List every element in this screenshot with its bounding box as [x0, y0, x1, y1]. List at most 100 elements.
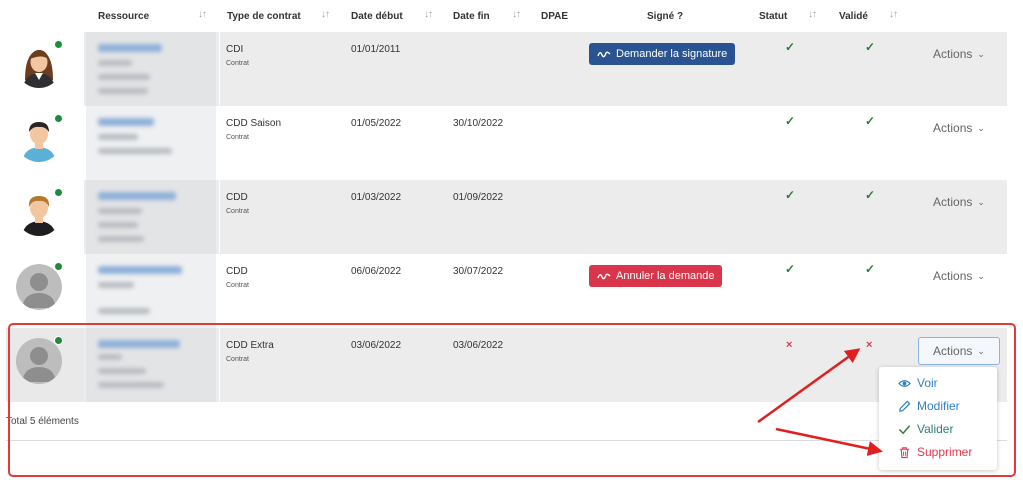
- sort-icon[interactable]: ↓↑: [512, 9, 521, 20]
- cancel-request-label: Annuler la demande: [616, 270, 715, 282]
- sort-icon[interactable]: ↓↑: [321, 9, 330, 20]
- resource-info-blurred: [98, 222, 138, 228]
- pencil-icon: [899, 400, 911, 412]
- status-check-icon: ✓: [785, 40, 796, 54]
- actions-dropdown-menu: Voir Modifier Valider Supprimer: [879, 367, 997, 470]
- contract-subtitle: Contrat: [226, 60, 249, 67]
- column-header-dpae: DPAE: [541, 11, 569, 22]
- chevron-down-icon: ⌄: [977, 270, 985, 281]
- resource-info-blurred: [98, 74, 150, 80]
- cancel-request-button[interactable]: Annuler la demande: [589, 265, 723, 287]
- status-check-icon: ✓: [785, 188, 796, 202]
- contract-subtitle: Contrat: [226, 134, 249, 141]
- actions-button[interactable]: Actions ⌄: [920, 266, 998, 286]
- avatar: [16, 264, 62, 310]
- start-date: 01/01/2011: [351, 44, 401, 55]
- table-row[interactable]: CDI Contrat 01/01/2011 Demander la signa…: [6, 32, 1007, 106]
- table-row[interactable]: CDD Saison Contrat 01/05/2022 30/10/2022…: [6, 106, 1007, 180]
- column-header-valide[interactable]: Validé: [839, 11, 868, 22]
- sort-icon[interactable]: ↓↑: [198, 9, 207, 20]
- table-header: Ressource ↓↑ Type de contrat ↓↑ Date déb…: [0, 0, 1023, 32]
- request-signature-button[interactable]: Demander la signature: [589, 43, 736, 65]
- end-date: 30/07/2022: [453, 266, 504, 277]
- contract-type: CDD: [226, 266, 248, 277]
- chevron-down-icon: ⌄: [977, 196, 985, 207]
- check-icon: [898, 424, 911, 434]
- actions-button[interactable]: Actions ⌄: [920, 44, 998, 64]
- table-row[interactable]: CDD Contrat 01/03/2022 01/09/2022 ✓ ✓ Ac…: [6, 180, 1007, 254]
- menu-item-label: Voir: [917, 376, 938, 390]
- online-status-dot: [54, 40, 63, 49]
- resource-name-blurred: [98, 118, 154, 126]
- chevron-down-icon: ⌄: [977, 122, 985, 133]
- resource-info-blurred: [98, 308, 150, 314]
- contract-type: CDD Saison: [226, 118, 282, 129]
- signature-icon: [597, 51, 611, 58]
- online-status-dot: [54, 114, 63, 123]
- menu-item-label: Supprimer: [917, 445, 973, 459]
- table-row[interactable]: CDD Contrat 06/06/2022 30/07/2022 Annule…: [6, 254, 1007, 328]
- column-divider: [219, 254, 220, 328]
- sort-icon[interactable]: ↓↑: [889, 9, 898, 20]
- signature-icon: [597, 273, 611, 280]
- validated-check-icon: ✓: [865, 40, 876, 54]
- chevron-down-icon: ⌄: [977, 48, 985, 59]
- highlight-box: [8, 323, 1016, 477]
- validated-check-icon: ✓: [865, 114, 876, 128]
- start-date: 01/05/2022: [351, 118, 402, 129]
- resource-info-blurred: [98, 236, 144, 242]
- validated-check-icon: ✓: [865, 262, 876, 276]
- resource-info-blurred: [98, 60, 132, 66]
- contract-subtitle: Contrat: [226, 282, 249, 289]
- avatar: [16, 42, 62, 88]
- menu-item-voir[interactable]: Voir: [879, 372, 997, 394]
- column-header-date-debut[interactable]: Date début: [351, 11, 403, 22]
- column-divider: [219, 106, 220, 180]
- status-check-icon: ✓: [785, 262, 796, 276]
- validated-check-icon: ✓: [865, 188, 876, 202]
- actions-label: Actions: [933, 47, 973, 61]
- resource-name-blurred: [98, 44, 162, 52]
- column-header-signe: Signé ?: [647, 11, 684, 22]
- resource-info-blurred: [98, 208, 142, 214]
- actions-button[interactable]: Actions ⌄: [920, 192, 998, 212]
- menu-item-modifier[interactable]: Modifier: [879, 395, 997, 417]
- avatar: [16, 116, 62, 162]
- contract-type: CDI: [226, 44, 244, 55]
- end-date: 01/09/2022: [453, 192, 504, 203]
- sort-icon[interactable]: ↓↑: [424, 9, 433, 20]
- online-status-dot: [54, 188, 63, 197]
- actions-label: Actions: [933, 121, 973, 135]
- actions-button[interactable]: Actions ⌄: [920, 118, 998, 138]
- resource-name-blurred: [98, 192, 176, 200]
- menu-item-label: Modifier: [917, 399, 960, 413]
- request-signature-label: Demander la signature: [616, 48, 728, 60]
- online-status-dot: [54, 262, 63, 271]
- column-header-ressource[interactable]: Ressource: [98, 11, 149, 22]
- column-header-date-fin[interactable]: Date fin: [453, 11, 490, 22]
- menu-item-valider[interactable]: Valider: [879, 418, 997, 440]
- column-header-type-contrat[interactable]: Type de contrat: [227, 11, 301, 22]
- start-date: 01/03/2022: [351, 192, 402, 203]
- sort-icon[interactable]: ↓↑: [808, 9, 817, 20]
- resource-info-blurred: [98, 282, 134, 288]
- start-date: 06/06/2022: [351, 266, 402, 277]
- column-header-statut[interactable]: Statut: [759, 11, 787, 22]
- resource-info-blurred: [98, 134, 138, 140]
- contract-type: CDD: [226, 192, 248, 203]
- menu-item-label: Valider: [917, 422, 954, 436]
- resource-info-blurred: [98, 88, 148, 94]
- column-divider: [219, 180, 220, 254]
- end-date: 30/10/2022: [453, 118, 504, 129]
- trash-icon: [899, 446, 910, 458]
- eye-icon: [898, 379, 911, 387]
- avatar: [16, 190, 62, 236]
- contract-subtitle: Contrat: [226, 208, 249, 215]
- resource-name-blurred: [98, 266, 182, 274]
- column-divider: [219, 32, 220, 106]
- menu-item-supprimer[interactable]: Supprimer: [879, 441, 997, 463]
- status-check-icon: ✓: [785, 114, 796, 128]
- actions-label: Actions: [933, 195, 973, 209]
- actions-label: Actions: [933, 269, 973, 283]
- resource-info-blurred: [98, 148, 172, 154]
